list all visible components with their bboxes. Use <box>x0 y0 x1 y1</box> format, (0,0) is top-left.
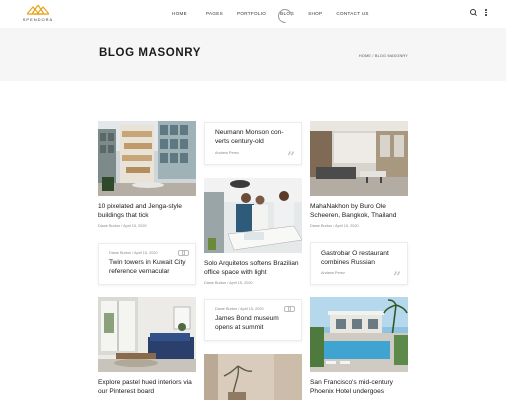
post-meta-solo-arquitetos: Diane Burton / April 15, 2020 <box>204 281 253 285</box>
logo-text: SPENDORA <box>22 17 54 22</box>
page-title-bar: BLOG MASONRY HOME / BLOG MASONRY <box>0 28 506 81</box>
main-nav: HOME PAGES PORTFOLIO BLOG SHOP CONTACT U… <box>165 9 369 19</box>
post-meta-jenga-buildings: Diane Burton / April 15, 2020 <box>98 224 147 228</box>
post-meta-twin-towers: Diane Burton / April 15, 2020 <box>109 251 158 255</box>
post-meta-mahanakhon: Diane Burton / April 15, 2020 <box>310 224 359 228</box>
nav-home[interactable]: HOME <box>172 9 187 19</box>
post-title-pastel-interiors[interactable]: Explore pastel hued interiors via our Pi… <box>98 379 200 396</box>
link-card-james-bond-museum[interactable]: Diane Burton / April 15, 2020 James Bond… <box>204 299 302 341</box>
header-icons <box>470 9 487 16</box>
post-image-jenga-buildings[interactable] <box>98 121 196 196</box>
post-date[interactable]: April 15, 2020 <box>240 307 263 311</box>
logo-mark-icon <box>27 5 49 15</box>
post-title-jenga-buildings[interactable]: 10 pixelated and Jenga-style buildings t… <box>98 203 198 220</box>
page-title: BLOG MASONRY <box>99 47 201 59</box>
breadcrumb-home[interactable]: HOME <box>359 54 371 58</box>
quote-card-gastrobar[interactable]: Gastrobar O restaurant combines Russian … <box>310 242 408 285</box>
kebab-menu-icon[interactable] <box>485 9 487 16</box>
post-author[interactable]: Diane Burton <box>109 251 131 255</box>
link-icon <box>284 306 295 312</box>
post-author[interactable]: Diane Burton <box>98 224 120 228</box>
nav-pages[interactable]: PAGES <box>206 9 223 19</box>
post-meta-james-bond-museum: Diane Burton / April 15, 2020 <box>215 307 264 311</box>
breadcrumb-current: BLOG MASONRY <box>374 54 408 58</box>
post-title-neumann-monson[interactable]: Neumann Monson con-verts century-old <box>215 129 295 146</box>
post-image-phoenix-hotel[interactable] <box>310 297 408 372</box>
site-header: SPENDORA HOME PAGES PORTFOLIO BLOG SHOP … <box>0 0 506 28</box>
nav-shop[interactable]: SHOP <box>308 9 322 19</box>
post-title-mahanakhon[interactable]: MahaNakhon by Buro Ole Scheeren, Bangkok… <box>310 203 410 220</box>
nav-contact-us[interactable]: CONTACT US <box>336 9 368 19</box>
post-title-gastrobar[interactable]: Gastrobar O restaurant combines Russian <box>321 250 403 267</box>
nav-blog[interactable]: BLOG <box>280 9 294 19</box>
site-logo[interactable]: SPENDORA <box>18 5 58 23</box>
post-author[interactable]: Andrew Perez <box>321 271 345 275</box>
link-icon <box>178 250 189 256</box>
post-image-bottom-column-2[interactable] <box>204 354 302 400</box>
post-title-james-bond-museum[interactable]: James Bond museum opens at summit <box>215 315 295 332</box>
post-date[interactable]: April 15, 2020 <box>134 251 157 255</box>
post-image-solo-arquitetos[interactable] <box>204 178 302 253</box>
quote-icon: ” <box>393 270 402 286</box>
post-author[interactable]: Andrew Perez <box>215 151 239 155</box>
post-date[interactable]: April 15, 2020 <box>229 281 252 285</box>
nav-portfolio[interactable]: PORTFOLIO <box>237 9 266 19</box>
post-image-pastel-interiors[interactable] <box>98 297 196 372</box>
breadcrumb: HOME / BLOG MASONRY <box>359 54 408 58</box>
quote-icon: ” <box>287 150 296 166</box>
post-date[interactable]: April 15, 2020 <box>123 224 146 228</box>
post-author[interactable]: Diane Burton <box>310 224 332 228</box>
post-title-solo-arquitetos[interactable]: Solo Arquitetos softens Brazilian office… <box>204 260 308 277</box>
post-author[interactable]: Diane Burton <box>204 281 226 285</box>
post-title-phoenix-hotel[interactable]: San Francisco's mid-century Phoenix Hote… <box>310 379 410 396</box>
search-icon[interactable] <box>470 9 477 16</box>
link-card-twin-towers[interactable]: Diane Burton / April 15, 2020 Twin tower… <box>98 243 196 285</box>
post-author[interactable]: Diane Burton <box>215 307 237 311</box>
post-date[interactable]: April 15, 2020 <box>335 224 358 228</box>
post-title-twin-towers[interactable]: Twin towers in Kuwait City reference ver… <box>109 259 193 276</box>
quote-card-neumann-monson[interactable]: Neumann Monson con-verts century-old And… <box>204 122 302 165</box>
post-image-mahanakhon[interactable] <box>310 121 408 196</box>
